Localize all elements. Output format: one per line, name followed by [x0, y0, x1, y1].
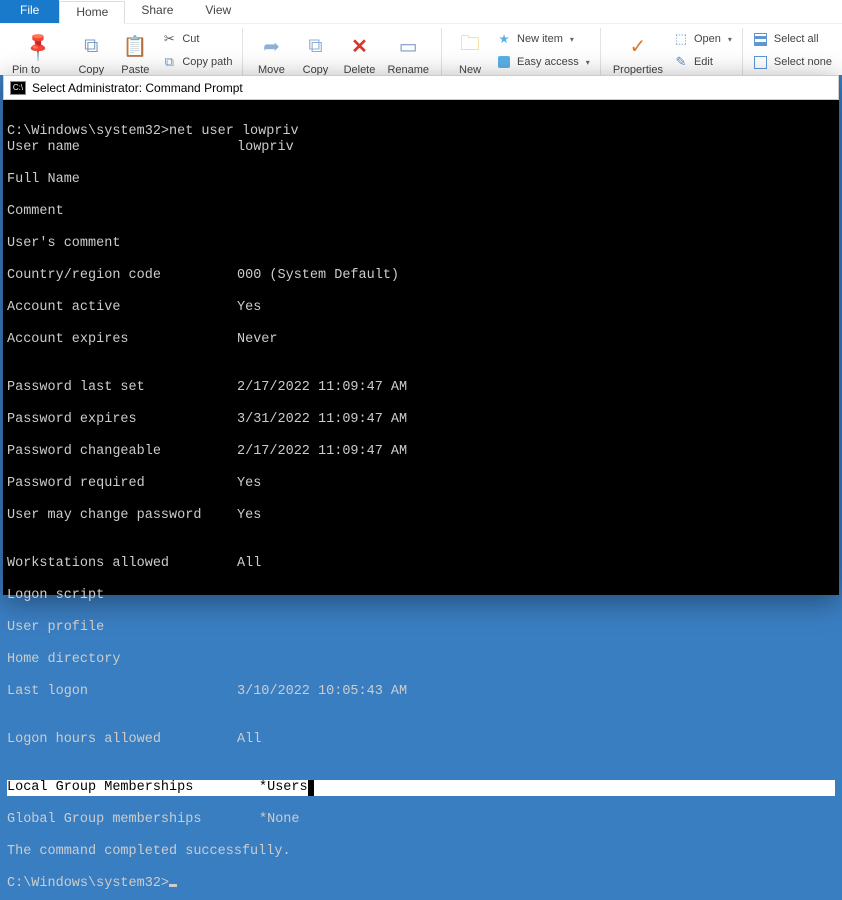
delete-icon: ✕: [343, 30, 375, 62]
select-small: Select all Select none: [749, 28, 836, 73]
row-comment: Comment: [7, 204, 835, 220]
new-item-icon: [496, 31, 512, 47]
rename-icon: ▭: [392, 30, 424, 62]
properties-button[interactable]: ✓ Properties: [607, 28, 669, 78]
row-pw-changeable: Password changeable2/17/2022 11:09:47 AM: [7, 444, 835, 460]
select-all-icon: [753, 31, 769, 47]
row-user-comment: User's comment: [7, 236, 835, 252]
easy-access-button[interactable]: Easy access ▾: [492, 51, 594, 73]
pin-icon: 📌: [15, 23, 60, 68]
row-local-groups: Local Group Memberships*Users: [7, 780, 835, 796]
row-user-may-change: User may change passwordYes: [7, 508, 835, 524]
chevron-down-icon: ▾: [586, 58, 590, 67]
prompt-current[interactable]: C:\Windows\system32>: [7, 876, 177, 891]
cut-icon: ✂: [161, 31, 177, 47]
copy-to-button[interactable]: ⧉ Copy: [293, 28, 337, 78]
move-icon: ➦: [255, 30, 287, 62]
group-organize: ➦ Move ⧉ Copy ✕ Delete ▭ Rename: [243, 28, 442, 75]
terminal-output[interactable]: C:\Windows\system32>net user lowpriv Use…: [3, 100, 839, 900]
success-line: The command completed successfully.: [7, 844, 291, 859]
cut-button[interactable]: ✂ Cut: [157, 28, 236, 50]
row-country-region: Country/region code000 (System Default): [7, 268, 835, 284]
row-workstations: Workstations allowedAll: [7, 556, 835, 572]
row-full-name: Full Name: [7, 172, 835, 188]
row-user-name: User namelowpriv: [7, 140, 835, 156]
move-to-button[interactable]: ➦ Move: [249, 28, 293, 78]
prompt-line: C:\Windows\system32>net user lowpriv: [7, 124, 299, 139]
copy-icon: ⧉: [75, 30, 107, 62]
copy-path-button[interactable]: ⧉ Copy path: [157, 51, 236, 73]
group-open: ✓ Properties ⬚ Open ▾ ✎ Edit: [601, 28, 743, 75]
cmd-icon: C:\: [10, 81, 26, 95]
chevron-down-icon: ▾: [570, 35, 574, 44]
row-pw-required: Password requiredYes: [7, 476, 835, 492]
edit-button[interactable]: ✎ Edit: [669, 51, 736, 73]
window-title: Select Administrator: Command Prompt: [32, 81, 243, 95]
explorer-ribbon: File Home Share View 📌 Pin to Quick ⧉ Co…: [0, 0, 842, 75]
copy-button[interactable]: ⧉ Copy: [69, 28, 113, 78]
select-none-icon: [753, 54, 769, 70]
new-folder-button[interactable]: 🗀 New: [448, 28, 492, 78]
folder-icon: 🗀: [454, 30, 486, 62]
row-logon-hours: Logon hours allowedAll: [7, 732, 835, 748]
row-pw-expires: Password expires3/31/2022 11:09:47 AM: [7, 412, 835, 428]
delete-button[interactable]: ✕ Delete: [337, 28, 381, 78]
open-button[interactable]: ⬚ Open ▾: [669, 28, 736, 50]
properties-icon: ✓: [622, 30, 654, 62]
tab-share[interactable]: Share: [125, 0, 189, 23]
chevron-down-icon: ▾: [728, 35, 732, 44]
paste-button[interactable]: 📋 Paste: [113, 28, 157, 78]
rename-button[interactable]: ▭ Rename: [381, 28, 435, 78]
tab-view[interactable]: View: [189, 0, 247, 23]
group-new: 🗀 New New item ▾ Easy access ▾: [442, 28, 601, 75]
ribbon-actions: 📌 Pin to Quick ⧉ Copy 📋 Paste ✂ Cut ⧉ Co…: [0, 24, 842, 75]
easy-access-icon: [496, 54, 512, 70]
row-user-profile: User profile: [7, 620, 835, 636]
row-last-logon: Last logon3/10/2022 10:05:43 AM: [7, 684, 835, 700]
command-prompt-window[interactable]: C:\ Select Administrator: Command Prompt…: [3, 75, 839, 595]
select-all-button[interactable]: Select all: [749, 28, 836, 50]
group-select: Select all Select none: [743, 28, 842, 75]
ribbon-tabs: File Home Share View: [0, 0, 842, 24]
tab-file[interactable]: File: [0, 0, 59, 23]
cursor: [169, 884, 177, 887]
window-titlebar[interactable]: C:\ Select Administrator: Command Prompt: [3, 75, 839, 100]
paste-icon: 📋: [119, 30, 151, 62]
select-none-button[interactable]: Select none: [749, 51, 836, 73]
row-pw-last-set: Password last set2/17/2022 11:09:47 AM: [7, 380, 835, 396]
group-clipboard: 📌 Pin to Quick ⧉ Copy 📋 Paste ✂ Cut ⧉ Co…: [0, 28, 243, 75]
new-item-button[interactable]: New item ▾: [492, 28, 594, 50]
open-small: ⬚ Open ▾ ✎ Edit: [669, 28, 736, 73]
row-home-dir: Home directory: [7, 652, 835, 668]
row-global-groups: Global Group memberships*None: [7, 812, 835, 828]
copy-to-icon: ⧉: [299, 30, 331, 62]
edit-icon: ✎: [673, 54, 689, 70]
tab-home[interactable]: Home: [59, 1, 125, 24]
row-logon-script: Logon script: [7, 588, 835, 604]
new-small: New item ▾ Easy access ▾: [492, 28, 594, 73]
copy-path-icon: ⧉: [161, 54, 177, 70]
row-account-active: Account activeYes: [7, 300, 835, 316]
clipboard-small: ✂ Cut ⧉ Copy path: [157, 28, 236, 73]
open-icon: ⬚: [673, 31, 689, 47]
row-account-expires: Account expiresNever: [7, 332, 835, 348]
